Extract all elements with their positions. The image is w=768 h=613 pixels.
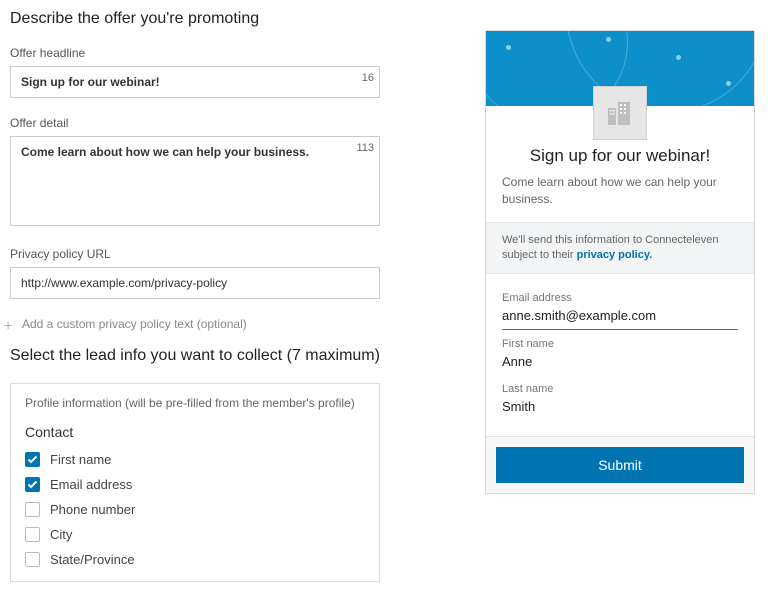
plus-icon: + (4, 318, 12, 332)
checkbox-label: City (50, 527, 72, 542)
company-logo-icon (593, 86, 647, 140)
offer-detail-input[interactable] (10, 136, 380, 226)
checkbox-icon[interactable] (25, 452, 40, 467)
checkbox-icon[interactable] (25, 502, 40, 517)
checkbox-label: Email address (50, 477, 132, 492)
submit-bar: Submit (486, 436, 754, 493)
profile-info-box: Profile information (will be pre-filled … (10, 383, 380, 582)
last-name-label: Last name (502, 383, 738, 395)
privacy-url-label: Privacy policy URL (10, 247, 380, 261)
add-custom-label: Add a custom privacy policy text (option… (22, 317, 247, 331)
offer-detail-count: 113 (356, 142, 374, 154)
checkbox-label: Phone number (50, 502, 135, 517)
offer-detail-label: Offer detail (10, 116, 380, 130)
offer-headline-count: 16 (362, 72, 374, 84)
checkbox-row-state-province[interactable]: State/Province (25, 552, 365, 567)
privacy-url-field: Privacy policy URL (10, 247, 380, 299)
privacy-policy-link[interactable]: privacy policy. (577, 249, 653, 261)
checkbox-icon[interactable] (25, 527, 40, 542)
section-describe-title: Describe the offer you're promoting (10, 10, 380, 28)
offer-headline-label: Offer headline (10, 46, 380, 60)
email-label: Email address (502, 292, 738, 304)
checkbox-row-email-address[interactable]: Email address (25, 477, 365, 492)
profile-box-header: Profile information (will be pre-filled … (25, 396, 365, 410)
first-name-label: First name (502, 338, 738, 350)
section-leadinfo-title: Select the lead info you want to collect… (10, 347, 380, 365)
email-value[interactable]: anne.smith@example.com (502, 304, 738, 330)
offer-detail-field: Offer detail 113 (10, 116, 380, 229)
offer-headline-input[interactable] (10, 66, 380, 98)
checkbox-row-city[interactable]: City (25, 527, 365, 542)
preview-form-fields: Email address anne.smith@example.com Fir… (486, 274, 754, 436)
form-preview: Sign up for our webinar! Come learn abou… (485, 30, 755, 494)
submit-button[interactable]: Submit (496, 447, 744, 483)
checkbox-row-phone-number[interactable]: Phone number (25, 502, 365, 517)
last-name-value[interactable]: Smith (502, 395, 738, 420)
offer-headline-field: Offer headline 16 (10, 46, 380, 98)
add-custom-privacy[interactable]: + Add a custom privacy policy text (opti… (10, 317, 380, 331)
checkbox-label: First name (50, 452, 111, 467)
checkbox-label: State/Province (50, 552, 135, 567)
checkbox-row-first-name[interactable]: First name (25, 452, 365, 467)
preview-title: Sign up for our webinar! (502, 146, 738, 166)
privacy-url-input[interactable] (10, 267, 380, 299)
contact-group-title: Contact (25, 424, 365, 440)
checkbox-icon[interactable] (25, 477, 40, 492)
privacy-notice: We'll send this information to Connectel… (486, 222, 754, 275)
editor-column: Describe the offer you're promoting Offe… (10, 10, 380, 582)
first-name-value[interactable]: Anne (502, 350, 738, 375)
checkbox-icon[interactable] (25, 552, 40, 567)
preview-subtitle: Come learn about how we can help your bu… (502, 174, 738, 208)
